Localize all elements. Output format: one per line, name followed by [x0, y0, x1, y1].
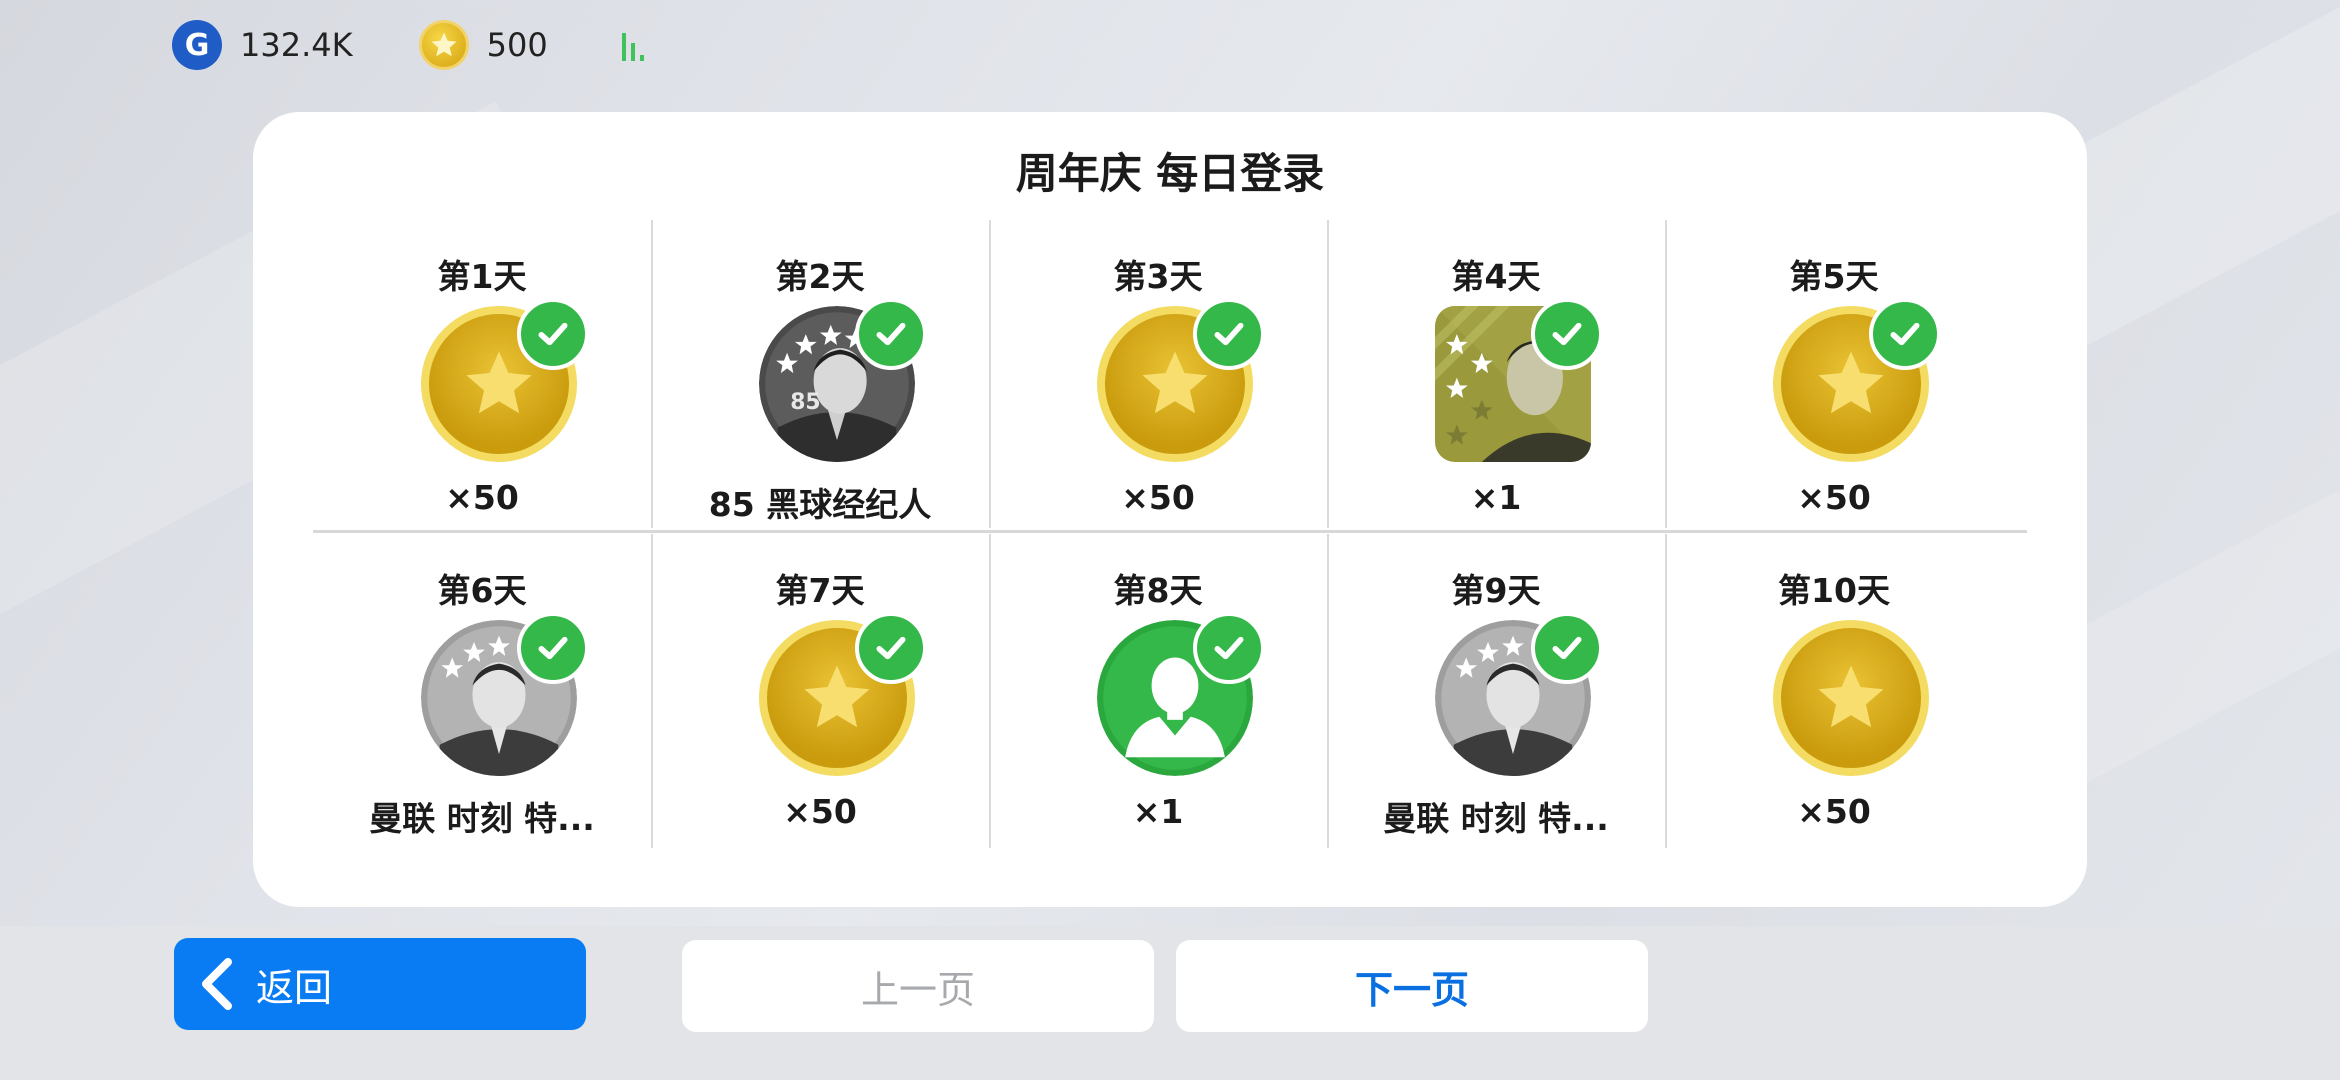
star-currency-value: 500 [486, 26, 548, 64]
claimed-check-icon [855, 612, 927, 684]
day-label: 第10天 [1778, 571, 1890, 610]
reward-day-3[interactable]: 第3天 ×50 [989, 220, 1327, 534]
g-coin-icon: G [172, 20, 222, 70]
reward-label: 曼联 时刻 特... [1383, 799, 1609, 838]
reward-day-5[interactable]: 第5天 ×50 [1665, 220, 2003, 534]
reward-day-4[interactable]: 第4天 ×1 [1327, 220, 1665, 534]
reward-label: ×50 [445, 478, 519, 517]
claimed-check-icon [517, 298, 589, 370]
currency-bar: G 132.4K 500 [172, 20, 658, 70]
reward-day-1[interactable]: 第1天 ×50 [313, 220, 651, 534]
star-currency: 500 [418, 20, 548, 70]
reward-day-2[interactable]: 第2天 85 85 黑球经纪人 [651, 220, 989, 534]
day-label: 第4天 [1451, 257, 1541, 296]
reward-label: ×50 [1797, 478, 1871, 517]
claimed-check-icon [1193, 612, 1265, 684]
reward-label: ×1 [1132, 792, 1184, 831]
day-label: 第5天 [1789, 257, 1879, 296]
reward-label: ×50 [1797, 792, 1871, 831]
reward-day-10[interactable]: 第10天 ×50 [1665, 534, 2003, 848]
back-button[interactable]: 返回 [174, 938, 586, 1030]
day-label: 第8天 [1113, 571, 1203, 610]
reward-day-8[interactable]: 第8天 ×1 [989, 534, 1327, 848]
claimed-check-icon [855, 298, 927, 370]
back-button-label: 返回 [256, 965, 333, 1010]
reward-label: 85 黑球经纪人 [708, 485, 932, 524]
day-label: 第7天 [775, 571, 865, 610]
signal-bars-icon [621, 33, 644, 61]
next-page-button[interactable]: 下一页 [1176, 940, 1648, 1032]
day-label: 第9天 [1451, 571, 1541, 610]
reward-label: ×50 [783, 792, 857, 831]
claimed-check-icon [517, 612, 589, 684]
reward-label: 曼联 时刻 特... [369, 799, 595, 838]
svg-text:85: 85 [790, 390, 820, 415]
g-currency-value: 132.4K [240, 26, 353, 64]
g-currency: G 132.4K [172, 20, 353, 70]
claimed-check-icon [1531, 298, 1603, 370]
previous-page-button[interactable]: 上一页 [682, 940, 1154, 1032]
reward-label: ×50 [1121, 478, 1195, 517]
reward-day-6[interactable]: 第6天 曼联 时刻 特... [313, 534, 651, 848]
daily-login-panel: 周年庆 每日登录 第1天 ×50 第2天 85 85 黑球经纪人 第3天 ×50… [253, 112, 2087, 907]
chevron-left-icon [202, 958, 232, 1010]
gold-coin-icon [1773, 620, 1929, 776]
claimed-check-icon [1531, 612, 1603, 684]
reward-row: 第6天 曼联 时刻 特... 第7天 ×50 第8天 ×1 第9天 曼联 时刻 … [313, 534, 2027, 848]
star-coin-icon [418, 20, 469, 70]
claimed-check-icon [1869, 298, 1941, 370]
day-label: 第1天 [437, 257, 527, 296]
reward-grid: 第1天 ×50 第2天 85 85 黑球经纪人 第3天 ×50 第4天 ×1 第… [313, 220, 2027, 848]
claimed-check-icon [1193, 298, 1265, 370]
panel-title: 周年庆 每日登录 [1015, 149, 1325, 198]
reward-row: 第1天 ×50 第2天 85 85 黑球经纪人 第3天 ×50 第4天 ×1 第… [313, 220, 2027, 534]
reward-label: ×1 [1470, 478, 1522, 517]
day-label: 第3天 [1113, 257, 1203, 296]
reward-day-7[interactable]: 第7天 ×50 [651, 534, 989, 848]
day-label: 第6天 [437, 571, 527, 610]
reward-day-9[interactable]: 第9天 曼联 时刻 特... [1327, 534, 1665, 848]
day-label: 第2天 [775, 257, 865, 296]
